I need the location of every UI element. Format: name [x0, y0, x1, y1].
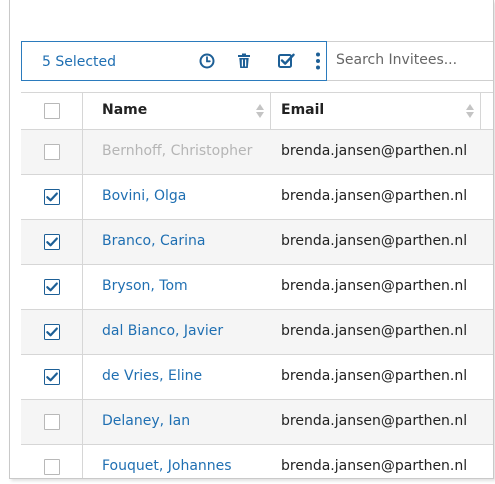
table-row[interactable]: dal Bianco, Javier brenda.jansen@parthen.…	[21, 310, 493, 355]
invitee-email: brenda.jansen@parthen.nl	[281, 233, 468, 249]
check-square-icon[interactable]	[277, 52, 295, 70]
column-divider	[480, 93, 481, 129]
table-body: Bernhoff, Christopher brenda.jansen@parth…	[21, 130, 493, 478]
table-row[interactable]: Fouquet, Johannes brenda.jansen@parthen.n…	[21, 445, 493, 478]
column-divider	[82, 400, 83, 444]
table-header: Name Email	[21, 93, 493, 130]
row-checkbox[interactable]	[44, 459, 60, 475]
search-input[interactable]	[336, 52, 491, 68]
table-row[interactable]: Bryson, Tom brenda.jansen@parthen.nl	[21, 265, 493, 310]
invitee-email: brenda.jansen@parthen.nl	[281, 458, 468, 474]
check-icon	[44, 324, 60, 340]
select-all-checkbox[interactable]	[44, 103, 60, 119]
name-column-header[interactable]: Name	[102, 102, 147, 118]
invitees-table: Name Email Bernhoff, Christopher brenda.j…	[21, 92, 493, 478]
invitee-name[interactable]: Delaney, Ian	[102, 413, 190, 429]
column-divider	[82, 175, 83, 219]
invitee-name[interactable]: Bryson, Tom	[102, 278, 188, 294]
check-icon	[44, 189, 60, 205]
column-divider	[82, 355, 83, 399]
selected-count: 5 Selected	[42, 54, 117, 70]
invitee-email: brenda.jansen@parthen.nl	[281, 188, 468, 204]
trash-icon[interactable]	[235, 52, 253, 70]
row-checkbox[interactable]	[44, 144, 60, 160]
column-divider	[82, 130, 83, 174]
column-divider	[82, 265, 83, 309]
column-divider	[82, 310, 83, 354]
sort-icon[interactable]	[255, 103, 265, 119]
check-icon	[44, 369, 60, 385]
row-checkbox[interactable]	[44, 369, 60, 385]
row-checkbox[interactable]	[44, 414, 60, 430]
column-divider	[82, 220, 83, 264]
table-row[interactable]: Bernhoff, Christopher brenda.jansen@parth…	[21, 130, 493, 175]
table-row[interactable]: de Vries, Eline brenda.jansen@parthen.nl	[21, 355, 493, 400]
check-icon	[44, 279, 60, 295]
column-divider	[82, 93, 83, 129]
selection-toolbar: 5 Selected	[21, 41, 327, 81]
invitee-name[interactable]: dal Bianco, Javier	[102, 323, 223, 339]
invitee-email: brenda.jansen@parthen.nl	[281, 413, 468, 429]
sort-icon[interactable]	[465, 103, 475, 119]
invitee-name[interactable]: Bovini, Olga	[102, 188, 186, 204]
invitee-email: brenda.jansen@parthen.nl	[281, 323, 468, 339]
table-row[interactable]: Branco, Carina brenda.jansen@parthen.nl	[21, 220, 493, 265]
row-checkbox[interactable]	[44, 189, 60, 205]
search-box	[327, 41, 493, 81]
invitee-name[interactable]: de Vries, Eline	[102, 368, 202, 384]
check-icon	[44, 234, 60, 250]
row-checkbox[interactable]	[44, 279, 60, 295]
column-divider	[82, 445, 83, 478]
column-divider	[270, 93, 271, 129]
row-checkbox[interactable]	[44, 234, 60, 250]
invitees-panel: 5 Selected Nam	[9, 0, 494, 479]
invitee-email: brenda.jansen@parthen.nl	[281, 278, 468, 294]
row-checkbox[interactable]	[44, 324, 60, 340]
more-vertical-icon[interactable]	[309, 52, 327, 70]
table-row[interactable]: Delaney, Ian brenda.jansen@parthen.nl	[21, 400, 493, 445]
table-row[interactable]: Bovini, Olga brenda.jansen@parthen.nl	[21, 175, 493, 220]
invitee-email: brenda.jansen@parthen.nl	[281, 368, 468, 384]
invitee-name[interactable]: Branco, Carina	[102, 233, 205, 249]
invitee-name[interactable]: Fouquet, Johannes	[102, 458, 232, 474]
email-column-header[interactable]: Email	[281, 102, 324, 118]
history-icon[interactable]	[198, 52, 216, 70]
invitee-name[interactable]: Bernhoff, Christopher	[102, 143, 252, 159]
invitee-email: brenda.jansen@parthen.nl	[281, 143, 468, 159]
